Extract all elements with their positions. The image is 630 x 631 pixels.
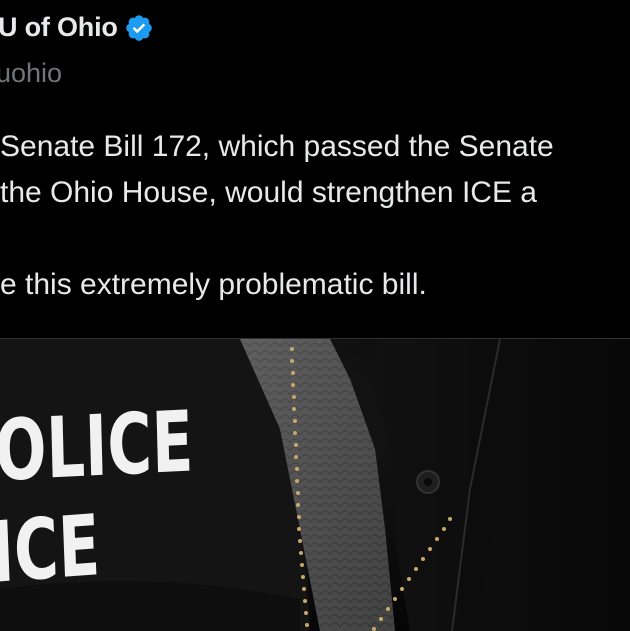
tweet-text-line: the Ohio House, would strengthen ICE a	[0, 176, 537, 209]
tweet-text-line: Senate Bill 172, which passed the Senate	[0, 130, 554, 163]
tweet-text-line: e this extremely problematic bill.	[0, 268, 427, 301]
tweet-media-image[interactable]: OLICE ICE	[0, 338, 630, 631]
verified-badge-icon[interactable]	[124, 13, 154, 43]
author-handle[interactable]: uohio	[0, 58, 62, 89]
author-display-name[interactable]: U of Ohio	[0, 12, 118, 43]
tweet-author-header[interactable]: U of Ohio	[0, 12, 154, 43]
jacket-ice-text: ICE	[0, 496, 102, 602]
jacket-police-text: OLICE	[0, 392, 195, 500]
tweet-text: Senate Bill 172, which passed the Senate…	[0, 124, 630, 308]
